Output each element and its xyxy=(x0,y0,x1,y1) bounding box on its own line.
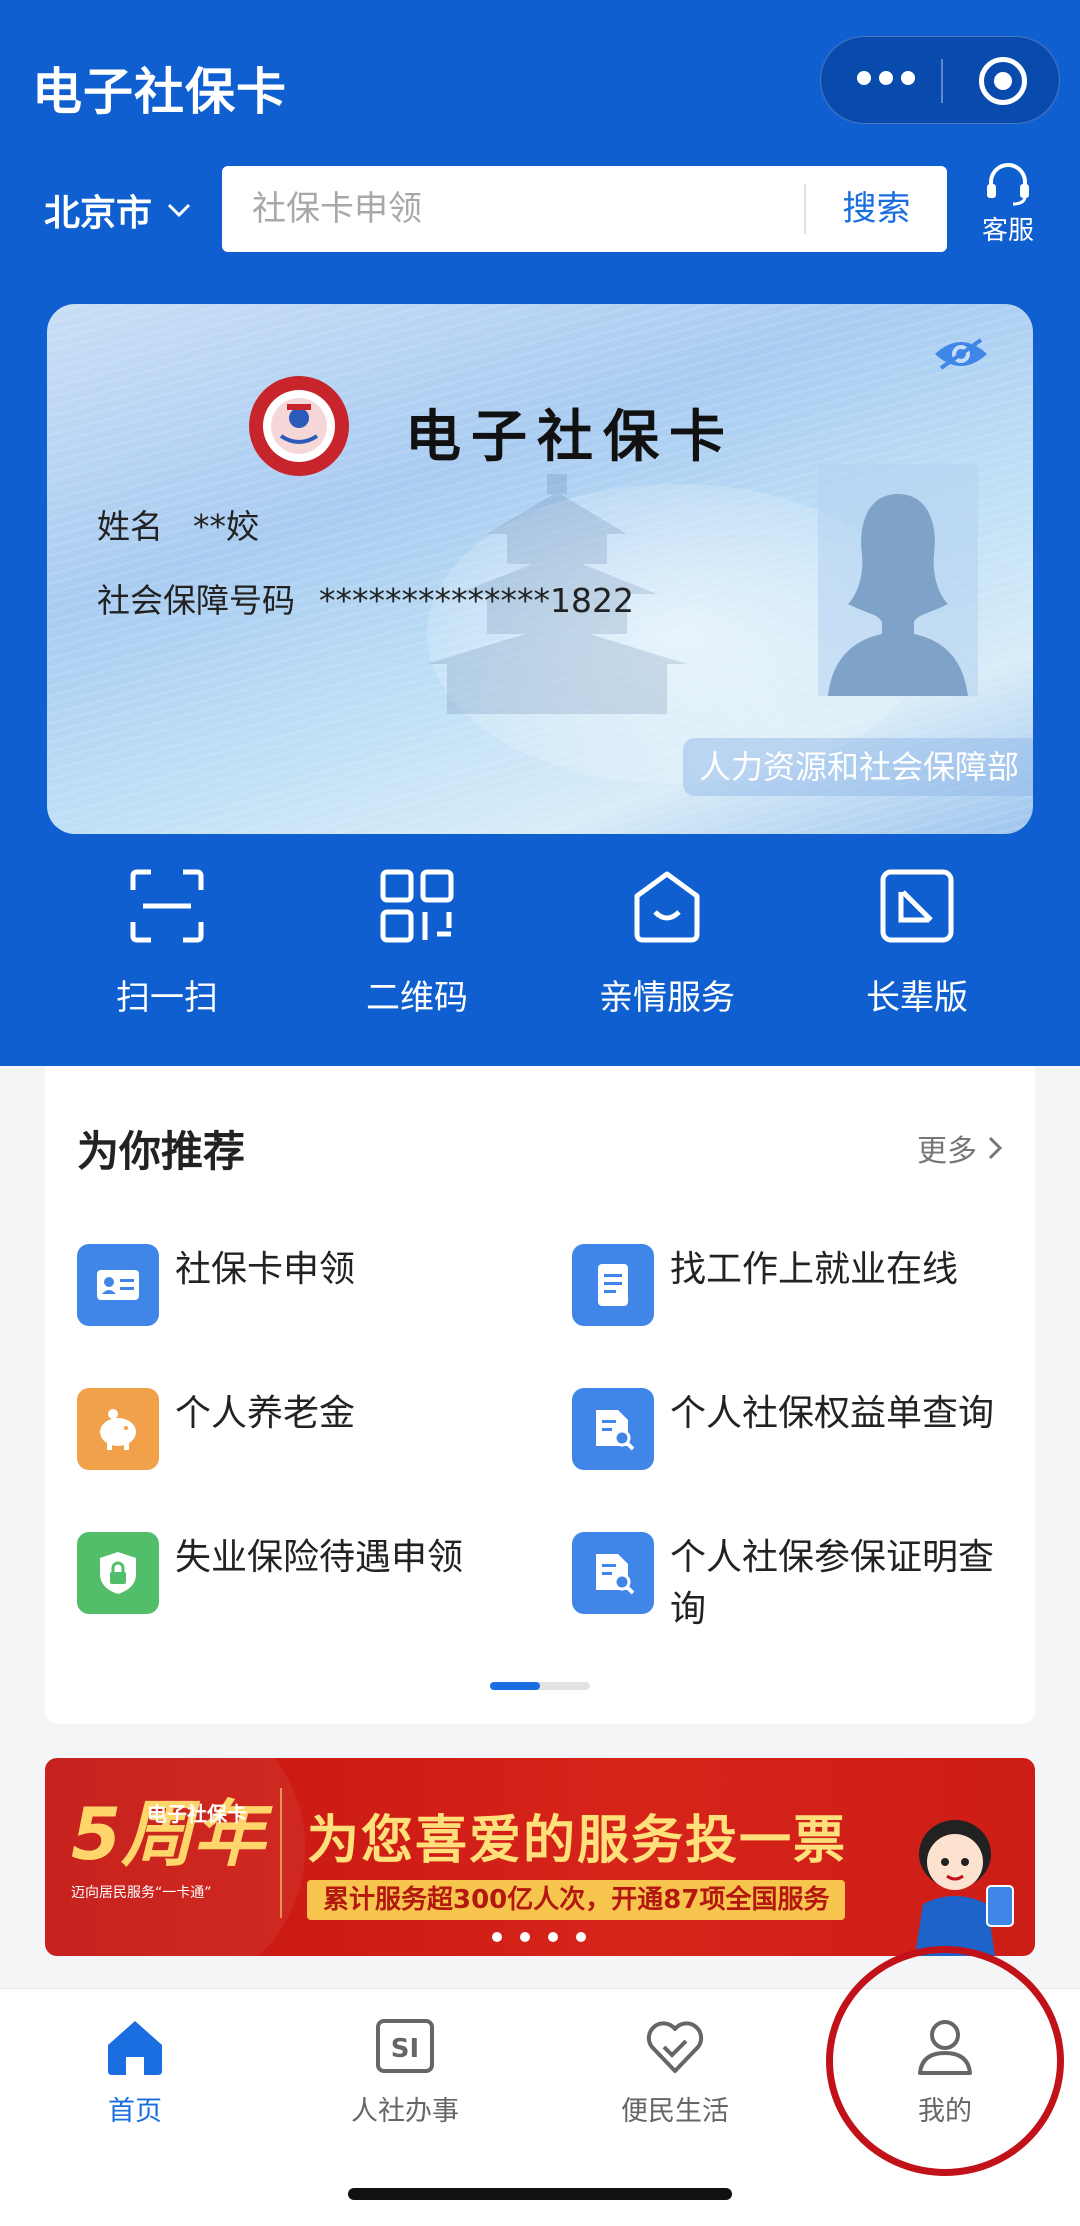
anniversary-badge: 电子社保卡 5周年 迈向居民服务“一卡通” xyxy=(71,1794,301,1902)
shield-lock-icon xyxy=(77,1532,159,1614)
name-label: 姓名 xyxy=(97,507,163,546)
quick-action-label: 扫一扫 xyxy=(116,978,218,1018)
more-label: 更多 xyxy=(917,1134,977,1169)
recommend-item-insurance-proof[interactable]: 个人社保参保证明查询 xyxy=(572,1532,1000,1636)
mascot-girl-icon xyxy=(915,1820,1014,1956)
mini-program-capsule xyxy=(820,36,1060,124)
recommend-panel: 为你推荐 更多 社保卡申领 找工作上就业在线 个人养老金 个人社保权益单查询 失… xyxy=(45,1066,1035,1724)
family-service-icon xyxy=(634,871,700,943)
tab-label: 人社办事 xyxy=(351,2096,459,2127)
cardholder-name: 姓名 **姣 xyxy=(97,500,259,548)
issuer-label: 人力资源和社会保障部 xyxy=(682,738,1033,796)
person-silhouette-icon xyxy=(828,494,968,696)
home-icon xyxy=(108,2021,162,2075)
more-link[interactable]: 更多 xyxy=(917,1126,1003,1170)
quick-action-label: 二维码 xyxy=(366,978,468,1018)
card-title: 电子社保卡 xyxy=(405,404,735,470)
ssn-value: **************1822 xyxy=(319,581,634,620)
social-security-emblem-icon xyxy=(249,376,349,476)
id-card-icon xyxy=(77,1244,159,1326)
quick-action-elder-mode[interactable]: 长辈版 xyxy=(792,868,1042,1028)
document-icon xyxy=(572,1244,654,1326)
tab-life-services[interactable]: 便民生活 xyxy=(540,2013,810,2128)
recommend-item-label: 找工作上就业在线 xyxy=(670,1249,959,1290)
highlight-circle-annotation xyxy=(826,1946,1064,2176)
record-search-icon xyxy=(572,1532,654,1614)
search-button[interactable]: 搜索 xyxy=(806,166,947,252)
recommend-item-rights-query[interactable]: 个人社保权益单查询 xyxy=(572,1388,1000,1470)
heart-handshake-icon xyxy=(646,2021,704,2073)
quick-actions: 扫一扫 二维码 亲情服务 长辈版 xyxy=(0,868,1080,1028)
chevron-down-icon xyxy=(167,203,191,218)
quick-action-family-service[interactable]: 亲情服务 xyxy=(542,868,792,1028)
recommend-pager xyxy=(490,1682,590,1690)
app-title: 电子社保卡 xyxy=(32,63,287,121)
profile-photo-placeholder xyxy=(818,464,978,696)
recommend-item-label: 个人养老金 xyxy=(175,1393,356,1434)
ssn-label: 社会保障号码 xyxy=(97,581,295,620)
tab-label: 便民生活 xyxy=(621,2096,729,2127)
quick-action-label: 亲情服务 xyxy=(599,978,735,1018)
recommend-item-card-apply[interactable]: 社保卡申领 xyxy=(77,1244,505,1326)
chevron-right-icon xyxy=(988,1136,1003,1160)
recommend-title: 为你推荐 xyxy=(77,1127,246,1176)
piggy-bank-icon xyxy=(77,1388,159,1470)
service-label: 客服 xyxy=(981,216,1034,246)
elder-mode-icon xyxy=(880,869,954,943)
city-label: 北京市 xyxy=(44,193,153,234)
capsule-divider xyxy=(941,59,943,103)
qrcode-icon xyxy=(380,869,454,943)
social-security-card[interactable]: 电子社保卡 姓名 **姣 社会保障号码 **************1822 人力资… xyxy=(47,304,1033,834)
quick-action-qrcode[interactable]: 二维码 xyxy=(292,868,542,1028)
quick-action-scan[interactable]: 扫一扫 xyxy=(42,868,292,1028)
recommend-item-label: 失业保险待遇申领 xyxy=(175,1537,464,1578)
recommend-item-unemployment[interactable]: 失业保险待遇申领 xyxy=(77,1532,505,1614)
badge-small-text: 电子社保卡 xyxy=(147,1802,247,1826)
si-icon: SI xyxy=(376,2019,434,2073)
badge-caption: 迈向居民服务“一卡通” xyxy=(71,1885,212,1901)
eye-visibility-icon[interactable] xyxy=(931,334,991,374)
close-target-icon[interactable] xyxy=(979,57,1027,105)
banner-subline: 累计服务超300亿人次，开通87项全国服务 xyxy=(307,1880,846,1920)
recommend-item-label: 社保卡申领 xyxy=(175,1249,356,1290)
record-search-icon xyxy=(572,1388,654,1470)
tab-home[interactable]: 首页 xyxy=(0,2013,270,2128)
customer-service-button[interactable]: 客服 xyxy=(968,160,1048,247)
svg-text:SI: SI xyxy=(391,2034,419,2064)
tab-label: 首页 xyxy=(108,2096,162,2127)
header: 电子社保卡 北京市 搜索 客服 xyxy=(0,0,1080,1066)
home-indicator xyxy=(348,2188,732,2200)
social-security-number: 社会保障号码 **************1822 xyxy=(97,574,634,622)
recommend-item-pension[interactable]: 个人养老金 xyxy=(77,1388,505,1470)
search-bar: 搜索 xyxy=(222,166,947,252)
banner-carousel-dots xyxy=(492,1932,586,1942)
city-selector[interactable]: 北京市 xyxy=(44,184,192,236)
search-input[interactable] xyxy=(252,166,752,252)
more-options-icon[interactable] xyxy=(857,71,915,85)
banner-headline: 为您喜爱的服务投一票 xyxy=(307,1811,848,1871)
recommend-item-label: 个人社保参保证明查询 xyxy=(670,1537,995,1630)
anniversary-banner[interactable]: 电子社保卡 5周年 迈向居民服务“一卡通” 为您喜爱的服务投一票 累计服务超30… xyxy=(45,1758,1035,1956)
scan-icon xyxy=(130,869,204,943)
name-value: **姣 xyxy=(193,507,259,546)
headset-icon xyxy=(987,163,1029,206)
recommend-item-label: 个人社保权益单查询 xyxy=(670,1393,995,1434)
quick-action-label: 长辈版 xyxy=(866,978,968,1018)
recommend-item-job-search[interactable]: 找工作上就业在线 xyxy=(572,1244,1000,1326)
tab-hr-affairs[interactable]: SI 人社办事 xyxy=(270,2013,540,2128)
